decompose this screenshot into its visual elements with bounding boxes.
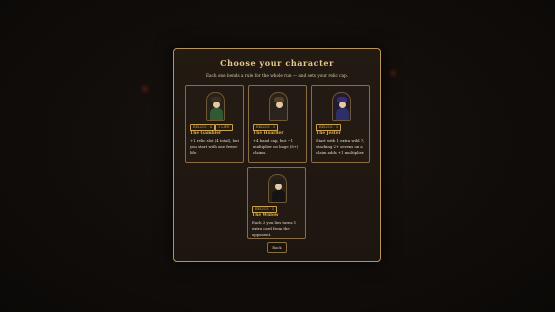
relic-cap-badge: RELICS · 4 (190, 124, 215, 131)
background-ember (140, 84, 150, 94)
character-card-jester[interactable]: RELICS · 3 The Jester Start with 1 extra… (311, 85, 370, 163)
character-portrait (268, 174, 287, 203)
relic-cap-badge: RELICS · 3 (252, 206, 277, 213)
back-button[interactable]: Back (267, 242, 287, 253)
character-card-gambler[interactable]: RELICS · 4 1 LIFE The Gambler +1 relic s… (185, 85, 244, 163)
character-portrait (206, 92, 225, 121)
character-card-widow[interactable]: RELICS · 3 The Widow Each 2 you lies tur… (247, 167, 306, 239)
portrait-hat (211, 97, 221, 102)
character-name: The Gambler (190, 131, 222, 136)
character-card-hoarder[interactable]: RELICS · 3 The Hoarder +4 hand cap, but … (248, 85, 307, 163)
portrait-hat (337, 97, 347, 102)
relic-cap-badge: RELICS · 3 (316, 124, 341, 131)
character-description: Each 2 you lies turns 1 extra card from … (252, 220, 297, 237)
portrait-hat (274, 97, 284, 102)
portrait-head (275, 101, 283, 108)
character-name: The Hoarder (253, 131, 284, 136)
character-portrait (332, 92, 351, 121)
dialog-title: Choose your character (220, 58, 334, 68)
life-badge: 1 LIFE (215, 124, 233, 131)
portrait-body (273, 108, 286, 120)
character-name: The Widow (252, 213, 279, 218)
portrait-head (212, 101, 220, 108)
portrait-body (272, 190, 285, 202)
relic-cap-badge: RELICS · 3 (253, 124, 278, 131)
character-select-dialog: Choose your character Each one bends a r… (173, 48, 381, 262)
portrait-body (336, 108, 349, 120)
portrait-head (338, 101, 346, 108)
character-portrait (269, 92, 288, 121)
portrait-head (274, 183, 282, 190)
character-description: +1 relic slot (4 total), but you start w… (190, 138, 240, 155)
background-ember (388, 68, 398, 78)
character-name: The Jester (316, 131, 341, 136)
portrait-body (210, 108, 223, 120)
dialog-subtitle: Each one bends a rule for the whole run … (205, 73, 349, 78)
character-description: Start with 1 extra wild 7; stacking 2+ s… (316, 138, 365, 155)
character-description: +4 hand cap, but −1 multiplier on huge (… (253, 138, 299, 155)
portrait-hat (273, 179, 283, 184)
